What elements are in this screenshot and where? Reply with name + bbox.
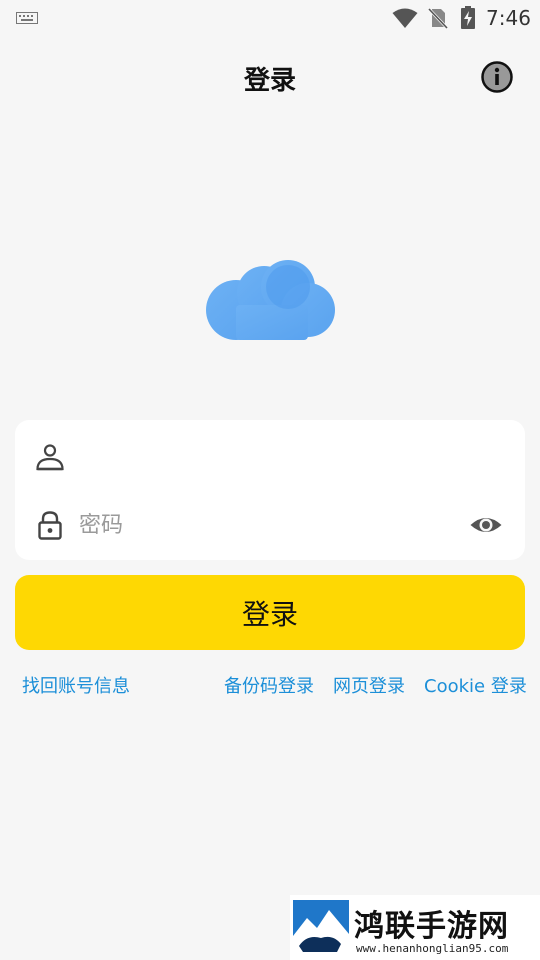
page-title: 登录	[243, 66, 296, 96]
watermark-url: www.henanhonglian95.com	[356, 942, 509, 955]
app-bar: 登录	[0, 36, 540, 120]
password-input[interactable]	[79, 508, 449, 542]
info-icon[interactable]	[480, 60, 514, 94]
wifi-icon	[392, 8, 418, 28]
find-account-link[interactable]: 找回账号信息	[22, 672, 130, 698]
cloud-icon	[206, 260, 335, 340]
watermark: 鸿联手游网 www.henanhonglian95.com	[290, 895, 540, 960]
status-time: 7:46	[486, 6, 531, 30]
login-form-card	[15, 420, 525, 560]
watermark-logo-icon	[293, 900, 349, 956]
user-icon	[36, 444, 64, 471]
eye-icon[interactable]	[469, 510, 503, 540]
no-sim-icon	[427, 7, 449, 29]
username-field	[15, 424, 525, 488]
watermark-title: 鸿联手游网	[354, 909, 509, 944]
username-input[interactable]	[79, 440, 499, 474]
backup-code-login-link[interactable]: 备份码登录	[224, 672, 314, 698]
password-field	[15, 492, 525, 556]
battery-charging-icon	[461, 6, 475, 29]
keyboard-icon	[16, 12, 38, 24]
cookie-login-link[interactable]: Cookie 登录	[424, 672, 527, 698]
login-button[interactable]: 登录	[15, 575, 525, 650]
status-bar: 7:46	[0, 0, 540, 36]
web-login-link[interactable]: 网页登录	[333, 672, 405, 698]
lock-icon	[38, 511, 62, 540]
